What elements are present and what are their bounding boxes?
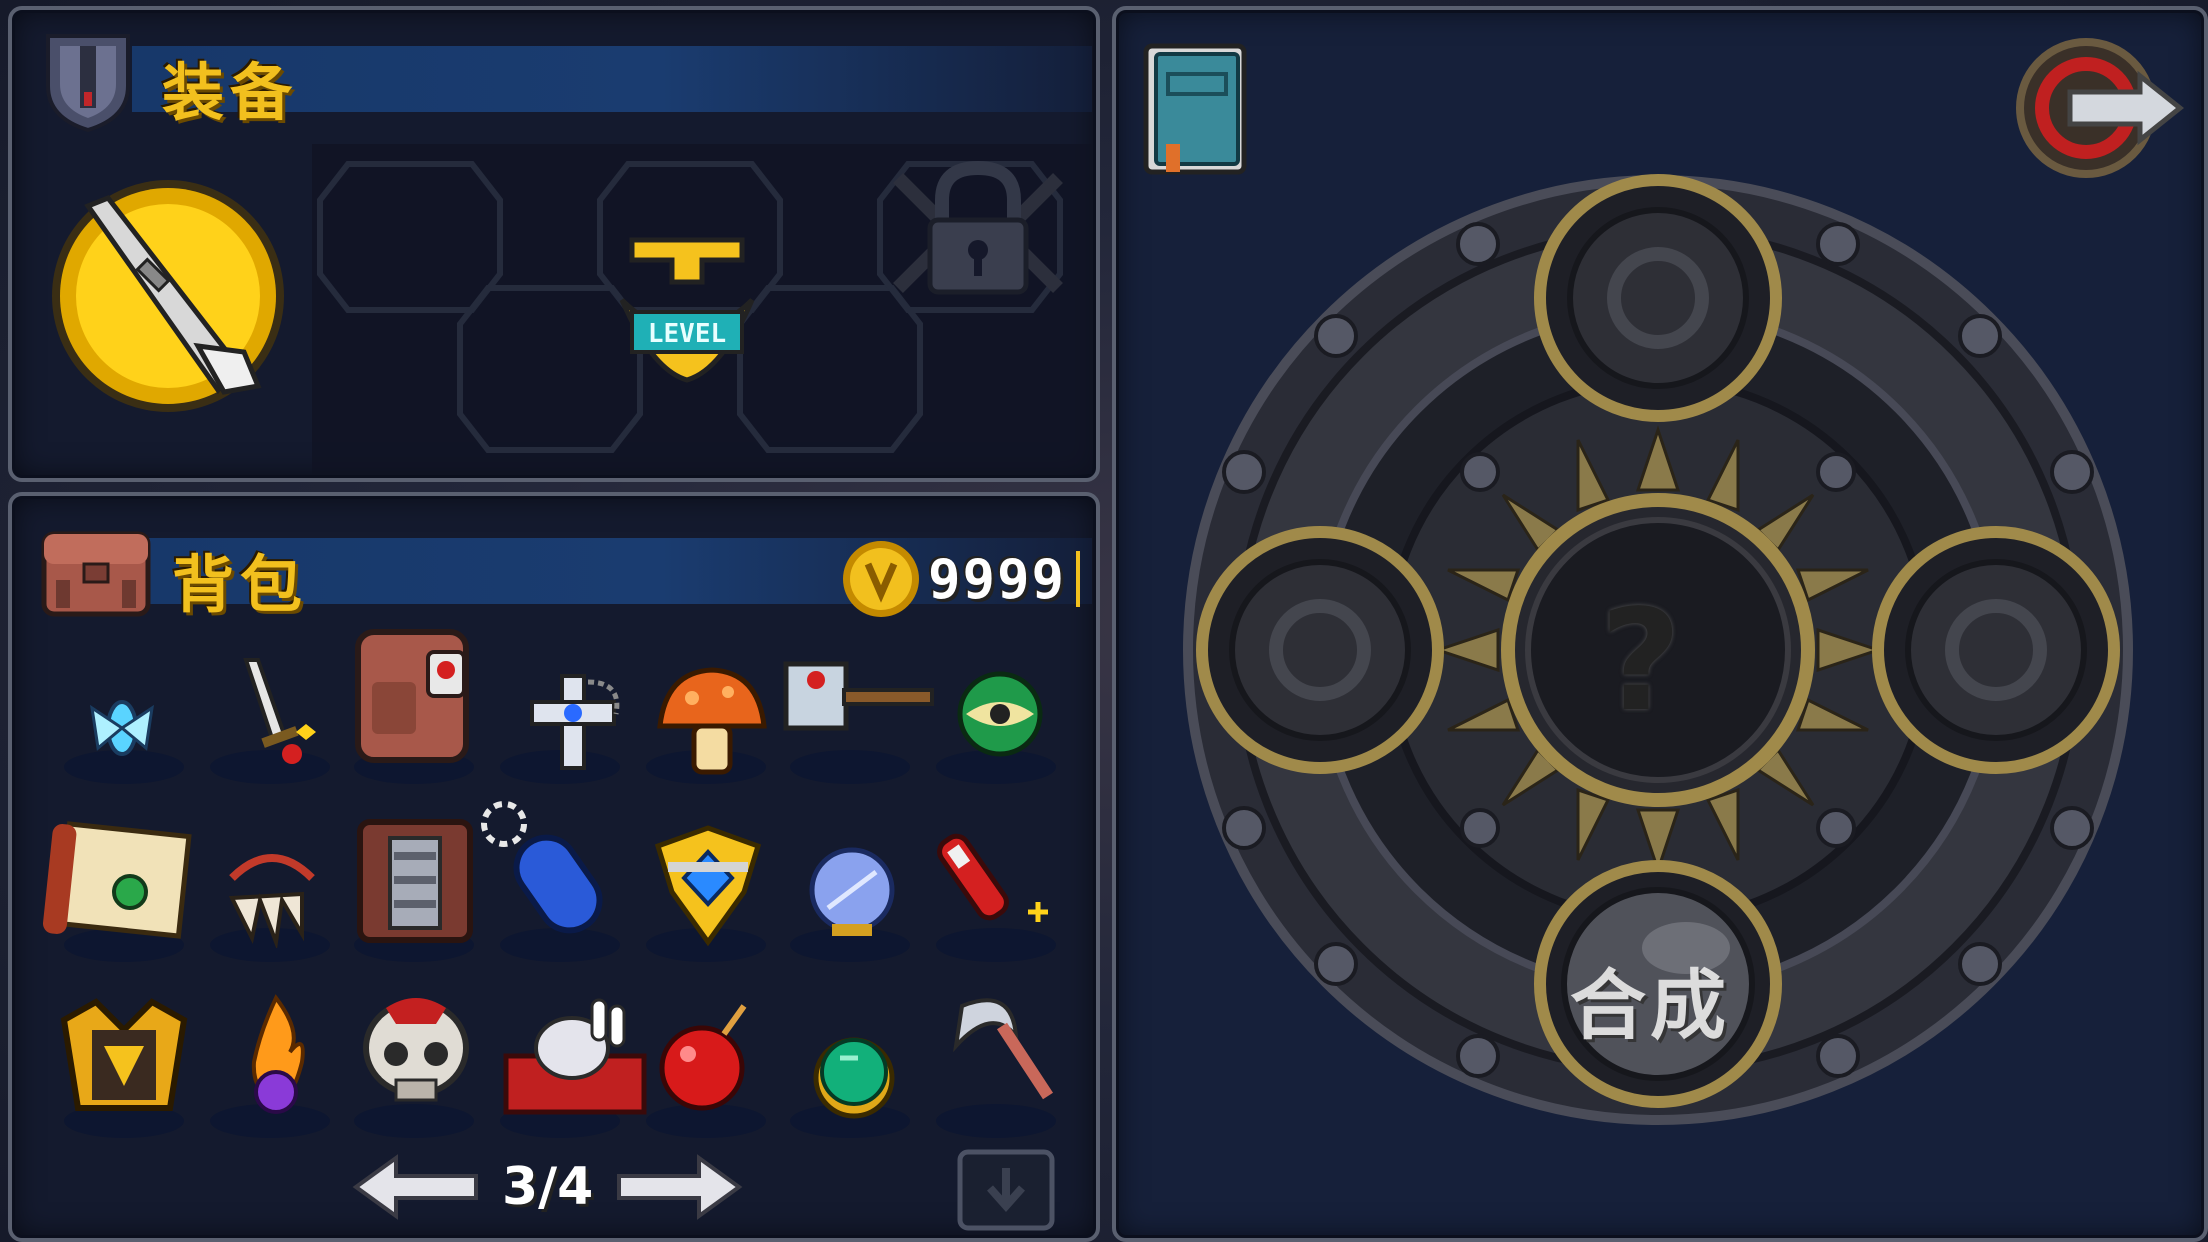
page-indicator: 3/4	[502, 1157, 594, 1217]
sword-icon[interactable]	[226, 654, 326, 774]
level-upgrade-badge[interactable]: LEVEL	[612, 220, 762, 390]
rocket-icon[interactable]	[928, 822, 1068, 952]
skull-icon[interactable]	[356, 988, 476, 1118]
orb-icon[interactable]	[952, 666, 1048, 762]
level-badge-label: LEVEL	[648, 319, 726, 349]
dogtag-icon[interactable]	[474, 794, 624, 944]
fairy-icon[interactable]	[82, 678, 172, 778]
prev-page-arrow-icon[interactable]	[352, 1152, 482, 1222]
rabbit-icon[interactable]	[500, 990, 650, 1120]
flame-potion-icon[interactable]	[232, 992, 322, 1122]
sickle-icon[interactable]	[932, 986, 1062, 1116]
gold-counter: 9999	[840, 538, 1080, 620]
backpack-title: 背包	[172, 548, 309, 621]
armor-icon[interactable]	[350, 812, 480, 952]
exit-button[interactable]	[2010, 32, 2186, 182]
mushroom-icon[interactable]	[652, 662, 772, 782]
ingredient-slot-left[interactable]	[1196, 526, 1444, 774]
backpack-item-icon[interactable]	[342, 622, 482, 772]
equipment-title: 装备	[162, 56, 299, 129]
combine-label[interactable]: 合成	[1570, 944, 1730, 1054]
recipe-book-button[interactable]	[1140, 40, 1250, 180]
equipment-panel: 装备 LEVEL	[8, 6, 1100, 482]
helmet-icon[interactable]	[48, 990, 198, 1130]
shield-icon	[46, 34, 130, 133]
emerald-ring-icon[interactable]	[806, 1026, 902, 1122]
page-navigation: 3/4	[352, 1152, 743, 1222]
padlock-icon	[893, 160, 1063, 295]
next-page-arrow-icon[interactable]	[613, 1152, 743, 1222]
scroll-icon[interactable]	[34, 816, 214, 956]
crystal-ball-icon[interactable]	[802, 842, 902, 942]
ingredient-slot-top[interactable]	[1534, 174, 1782, 422]
gold-amount: 9999	[927, 547, 1066, 611]
backpack-icon	[41, 531, 151, 617]
claw-icon[interactable]	[212, 838, 332, 948]
cross-icon[interactable]	[512, 662, 632, 782]
sort-button[interactable]	[956, 1148, 1056, 1232]
ingredient-slot-right[interactable]	[1872, 526, 2120, 774]
bomb-icon[interactable]	[654, 996, 764, 1116]
result-placeholder: ?	[1600, 580, 1682, 743]
crest-icon[interactable]	[648, 822, 768, 952]
backpack-panel: 背包 9999 3/4	[8, 492, 1100, 1242]
equipped-weapon-slot[interactable]	[48, 176, 288, 416]
hammer-icon[interactable]	[778, 650, 938, 760]
coin-icon	[842, 541, 919, 617]
